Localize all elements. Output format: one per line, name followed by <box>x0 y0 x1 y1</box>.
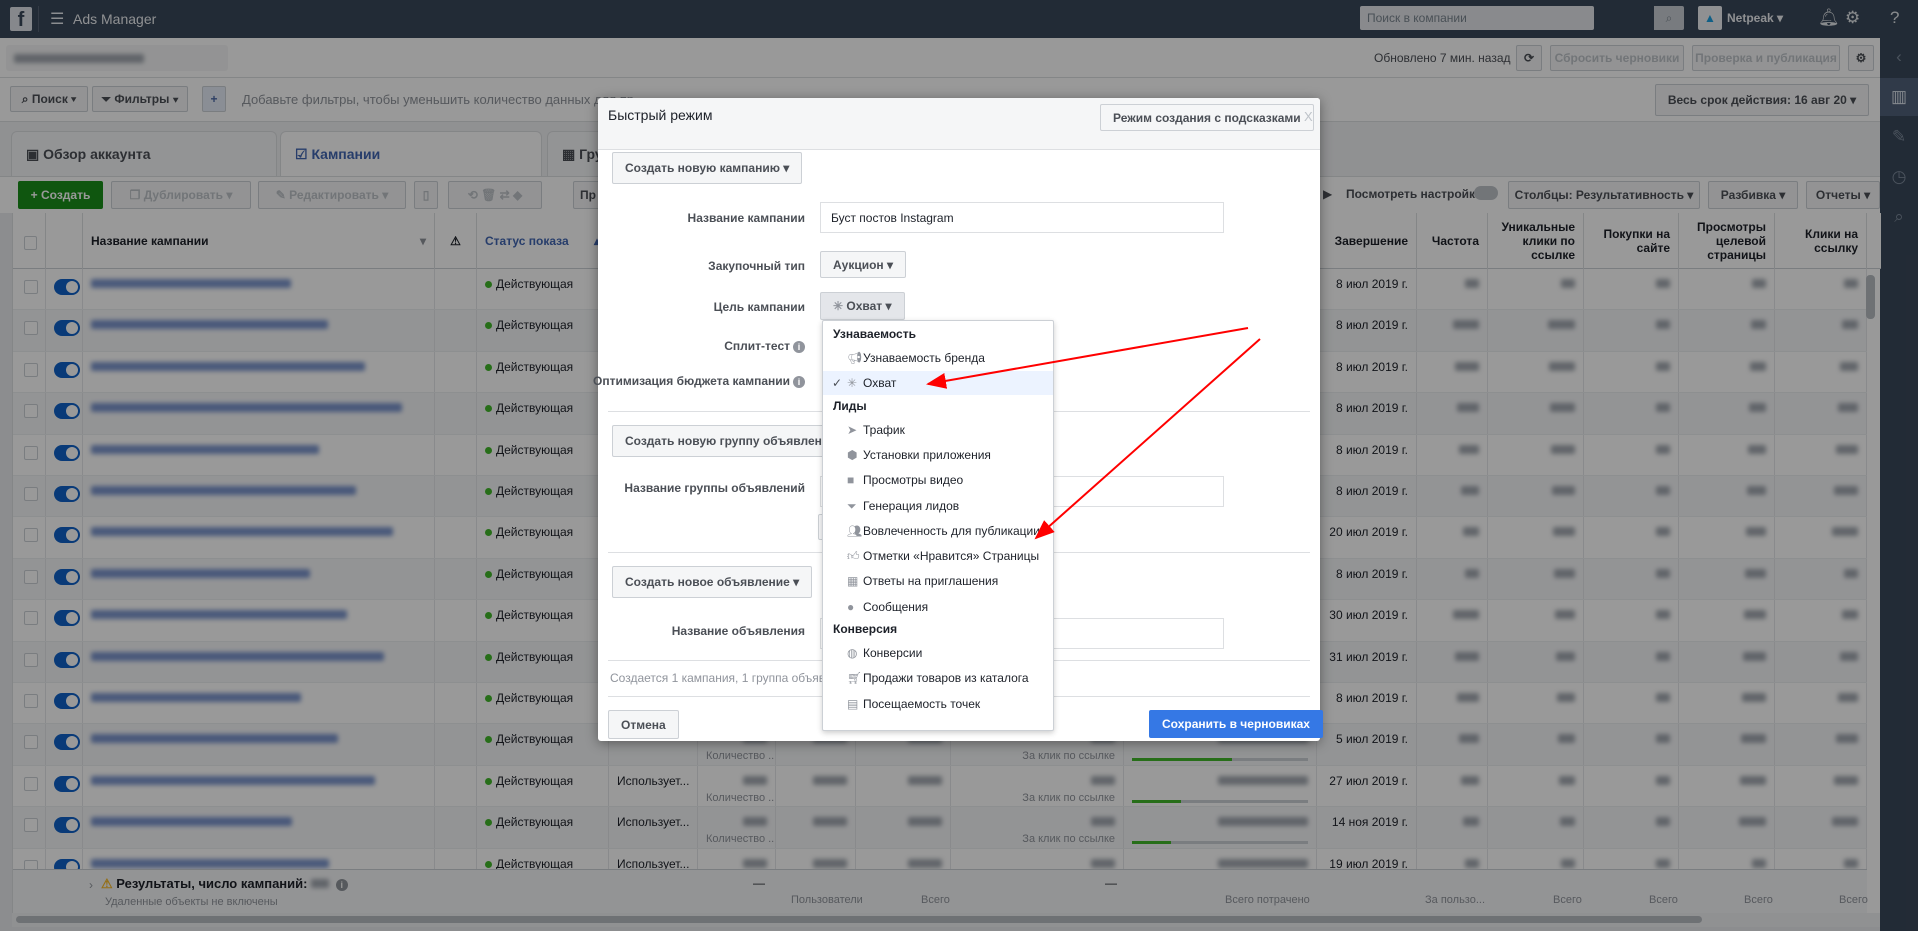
arrow-to-reach <box>926 327 1249 389</box>
annotation-arrows <box>926 327 1261 540</box>
arrow-to-engagement <box>1034 338 1261 540</box>
